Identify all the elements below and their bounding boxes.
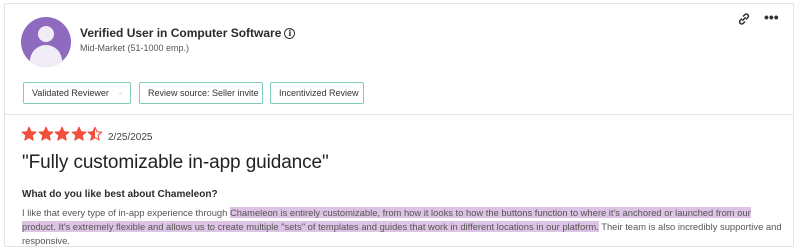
check-icon <box>118 91 122 95</box>
divider <box>4 114 794 115</box>
more-horizontal-icon[interactable]: ••• <box>764 10 779 24</box>
avatar-body <box>30 45 62 67</box>
reviewer-segment: Mid-Market (51-1000 emp.) <box>80 43 190 53</box>
badge-label: Review source: Seller invite <box>148 88 259 98</box>
star-full-icon <box>38 126 53 141</box>
avatar <box>21 17 71 67</box>
badge-validated-reviewer: Validated Reviewer <box>23 82 131 104</box>
star-full-icon <box>71 126 86 141</box>
badge-label: Incentivized Review <box>279 88 359 98</box>
answer-text-before: I like that every type of in-app experie… <box>22 207 230 218</box>
review-date: 2/25/2025 <box>108 132 153 143</box>
star-half-icon <box>87 126 103 141</box>
review-question: What do you like best about Chameleon? <box>22 189 218 200</box>
review-title: "Fully customizable in-app guidance" <box>22 152 329 173</box>
link-icon[interactable] <box>737 12 751 26</box>
star-full-icon <box>21 126 37 141</box>
review-answer: I like that every type of in-app experie… <box>22 206 782 248</box>
reviewer-name-text: Verified User in Computer Software <box>80 26 282 40</box>
info-icon[interactable]: i <box>284 27 296 39</box>
avatar-head <box>38 26 54 42</box>
badge-review-source: Review source: Seller invite <box>139 82 263 104</box>
reviewer-name: Verified User in Computer Software i <box>80 26 296 40</box>
star-rating <box>21 126 104 142</box>
badge-label: Validated Reviewer <box>32 88 109 98</box>
star-full-icon <box>54 126 70 141</box>
badge-incentivized: Incentivized Review <box>270 82 364 104</box>
